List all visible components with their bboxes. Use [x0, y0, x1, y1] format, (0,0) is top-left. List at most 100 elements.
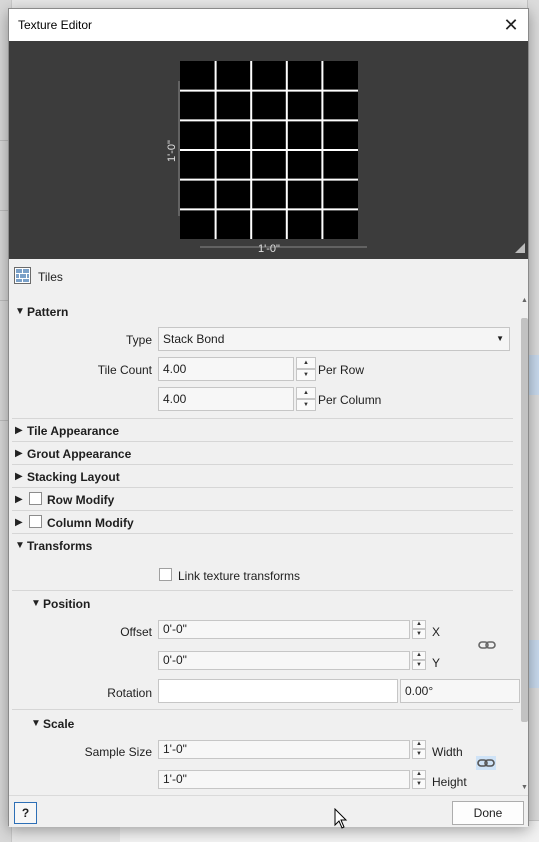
position-title: Position: [43, 597, 91, 611]
width-dimension-label: 1'-0": [258, 243, 280, 255]
per-row-stepper[interactable]: ▲ ▼: [296, 357, 316, 381]
spin-down-icon[interactable]: ▼: [296, 369, 316, 381]
stacking-layout-section-header[interactable]: ▶ Stacking Layout: [12, 466, 513, 488]
vertical-scrollbar[interactable]: ▲ ▼: [520, 296, 529, 793]
spin-up-icon[interactable]: ▲: [296, 387, 316, 399]
spin-down-icon[interactable]: ▼: [412, 749, 426, 759]
tile-appearance-title: Tile Appearance: [27, 424, 120, 438]
spin-down-icon[interactable]: ▼: [412, 779, 426, 789]
offset-x-input[interactable]: 0'-0": [158, 620, 410, 639]
rotation-slider[interactable]: [158, 679, 398, 703]
expand-triangle-icon[interactable]: ▶: [15, 448, 23, 459]
spin-up-icon[interactable]: ▲: [296, 357, 316, 369]
divider: [12, 590, 513, 591]
row-modify-title: Row Modify: [47, 493, 115, 507]
offset-y-stepper[interactable]: ▲ ▼: [412, 651, 426, 670]
properties-panel: ▼ Pattern Type Stack Bond ▼ Tile Count 4…: [12, 293, 520, 795]
collapse-triangle-icon[interactable]: ▼: [15, 540, 25, 551]
pattern-section-header[interactable]: ▼ Pattern: [12, 301, 513, 323]
help-button[interactable]: ?: [14, 802, 37, 824]
scroll-up-icon[interactable]: ▲: [520, 296, 529, 306]
spin-up-icon[interactable]: ▲: [412, 620, 426, 629]
collapse-triangle-icon[interactable]: ▼: [31, 718, 41, 729]
per-row-input[interactable]: 4.00: [158, 357, 294, 381]
dialog-footer: ? Done: [9, 795, 528, 827]
divider: [12, 418, 513, 419]
mouse-cursor-icon: [334, 808, 348, 829]
pattern-title: Pattern: [27, 305, 69, 319]
offset-y-input[interactable]: 0'-0": [158, 651, 410, 670]
tiles-header: Tiles: [9, 259, 528, 293]
rotation-label: Rotation: [107, 686, 152, 700]
width-unit: Width: [432, 745, 463, 759]
scrollbar-thumb[interactable]: [521, 318, 528, 722]
row-modify-section-header[interactable]: ▶ Row Modify: [12, 489, 513, 511]
preview-canvas: 1'-0" 1'-0": [166, 61, 525, 255]
rotation-input[interactable]: 0.00°: [400, 679, 520, 703]
texture-preview[interactable]: 1'-0" 1'-0": [9, 41, 528, 259]
spin-down-icon[interactable]: ▼: [412, 629, 426, 639]
spin-up-icon[interactable]: ▲: [412, 651, 426, 660]
height-stepper[interactable]: ▲ ▼: [412, 770, 426, 789]
grout-appearance-title: Grout Appearance: [27, 447, 132, 461]
divider: [12, 533, 513, 534]
column-modify-checkbox[interactable]: [29, 515, 42, 528]
sample-size-label: Sample Size: [84, 745, 152, 759]
texture-editor-dialog: Texture Editor ✕ 1'-0" 1'-0" Tiles ▼ Pat…: [8, 8, 529, 827]
offset-x-stepper[interactable]: ▲ ▼: [412, 620, 426, 639]
link-chain-icon[interactable]: [476, 756, 496, 770]
expand-triangle-icon[interactable]: ▶: [15, 517, 23, 528]
grout-appearance-section-header[interactable]: ▶ Grout Appearance: [12, 443, 513, 465]
divider: [12, 464, 513, 465]
chevron-down-icon: ▼: [496, 334, 504, 343]
tiles-icon: [14, 267, 31, 284]
spin-up-icon[interactable]: ▲: [412, 770, 426, 779]
offset-y-unit: Y: [432, 656, 441, 670]
divider: [12, 510, 513, 511]
position-section-header[interactable]: ▼ Position: [28, 593, 520, 615]
transforms-title: Transforms: [27, 539, 93, 553]
divider: [12, 709, 513, 710]
scale-section-header[interactable]: ▼ Scale: [28, 713, 520, 735]
link-chain-icon[interactable]: [478, 639, 496, 651]
per-column-stepper[interactable]: ▲ ▼: [296, 387, 316, 411]
title-bar[interactable]: Texture Editor ✕: [9, 9, 528, 41]
link-transforms-checkbox[interactable]: [159, 568, 172, 581]
tile-count-label: Tile Count: [97, 363, 152, 377]
offset-x-unit: X: [432, 625, 441, 639]
expand-triangle-icon[interactable]: ▶: [15, 494, 23, 505]
tiles-label: Tiles: [38, 270, 63, 284]
column-modify-section-header[interactable]: ▶ Column Modify: [12, 512, 513, 534]
tile-appearance-section-header[interactable]: ▶ Tile Appearance: [12, 420, 513, 442]
spin-down-icon[interactable]: ▼: [296, 399, 316, 411]
resize-grip-icon[interactable]: [515, 243, 525, 253]
row-modify-checkbox[interactable]: [29, 492, 42, 505]
type-label: Type: [125, 333, 152, 347]
height-unit: Height: [432, 775, 467, 789]
width-stepper[interactable]: ▲ ▼: [412, 740, 426, 759]
link-transforms-label: Link texture transforms: [178, 569, 301, 583]
transforms-section-header[interactable]: ▼ Transforms: [12, 535, 513, 557]
type-dropdown[interactable]: Stack Bond ▼: [158, 327, 510, 351]
spin-down-icon[interactable]: ▼: [412, 660, 426, 670]
close-button[interactable]: ✕: [494, 9, 528, 41]
divider: [12, 441, 513, 442]
height-input[interactable]: 1'-0": [158, 770, 410, 789]
width-input[interactable]: 1'-0": [158, 740, 410, 759]
per-column-input[interactable]: 4.00: [158, 387, 294, 411]
expand-triangle-icon[interactable]: ▶: [15, 425, 23, 436]
scroll-down-icon[interactable]: ▼: [520, 783, 529, 793]
offset-label: Offset: [120, 625, 152, 639]
spin-up-icon[interactable]: ▲: [412, 740, 426, 749]
collapse-triangle-icon[interactable]: ▼: [31, 598, 41, 609]
collapse-triangle-icon[interactable]: ▼: [15, 306, 25, 317]
type-value: Stack Bond: [163, 332, 225, 346]
expand-triangle-icon[interactable]: ▶: [15, 471, 23, 482]
height-dimension-label: 1'-0": [166, 140, 178, 162]
divider: [12, 487, 513, 488]
done-button[interactable]: Done: [452, 801, 524, 825]
per-row-unit: Per Row: [318, 363, 365, 377]
stacking-layout-title: Stacking Layout: [27, 470, 120, 484]
per-column-unit: Per Column: [318, 393, 382, 407]
column-modify-title: Column Modify: [47, 516, 134, 530]
